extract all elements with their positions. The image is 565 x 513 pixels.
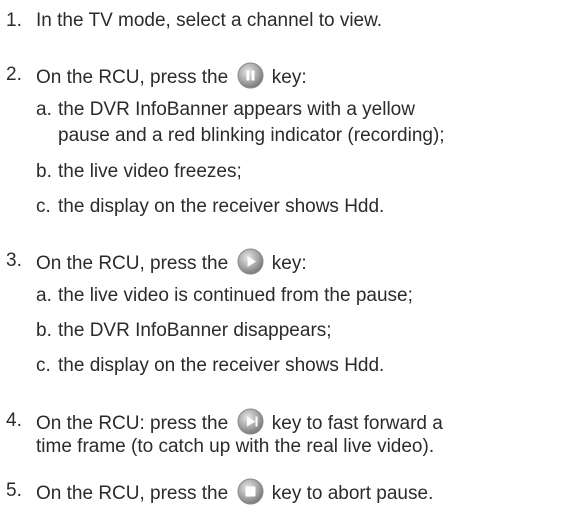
- substep-text-line: the live video is continued from the pau…: [58, 285, 413, 306]
- substep-letter: a.: [36, 285, 52, 306]
- substep-text-line: pause and a red blinking indicator (reco…: [58, 125, 445, 146]
- substep-letter: c.: [36, 196, 51, 217]
- step-number: 3.: [6, 250, 22, 271]
- substep-text-line: the display on the receiver shows Hdd.: [58, 355, 385, 376]
- substep-letter: b.: [36, 161, 52, 182]
- step-text-line-2: time frame (to catch up with the real li…: [36, 436, 435, 457]
- substep-letter: a.: [36, 99, 52, 120]
- step-number: 1.: [6, 10, 22, 31]
- step-number: 5.: [6, 480, 22, 501]
- step-number: 2.: [6, 64, 22, 85]
- step-number: 4.: [6, 410, 22, 431]
- play-key-icon: [237, 248, 264, 275]
- stop-key-icon: [237, 478, 264, 505]
- step-text: On the RCU, press the key:: [36, 62, 307, 90]
- step-text: On the RCU: press the key to fast forwar…: [36, 408, 443, 436]
- step-text: On the RCU, press the key to abort pause…: [36, 478, 433, 506]
- substep-text-line: the DVR InfoBanner appears with a yellow: [58, 99, 415, 120]
- substep-letter: c.: [36, 355, 51, 376]
- step-text: On the RCU, press the key:: [36, 248, 307, 276]
- pause-key-icon: [237, 62, 264, 89]
- substep-text-line: the live video freezes;: [58, 161, 242, 182]
- substep-text-line: the DVR InfoBanner disappears;: [58, 320, 332, 341]
- substep-text-line: the display on the receiver shows Hdd.: [58, 196, 385, 217]
- step-text: In the TV mode, select a channel to view…: [36, 10, 383, 31]
- fast-forward-key-icon: [237, 408, 264, 435]
- substep-letter: b.: [36, 320, 52, 341]
